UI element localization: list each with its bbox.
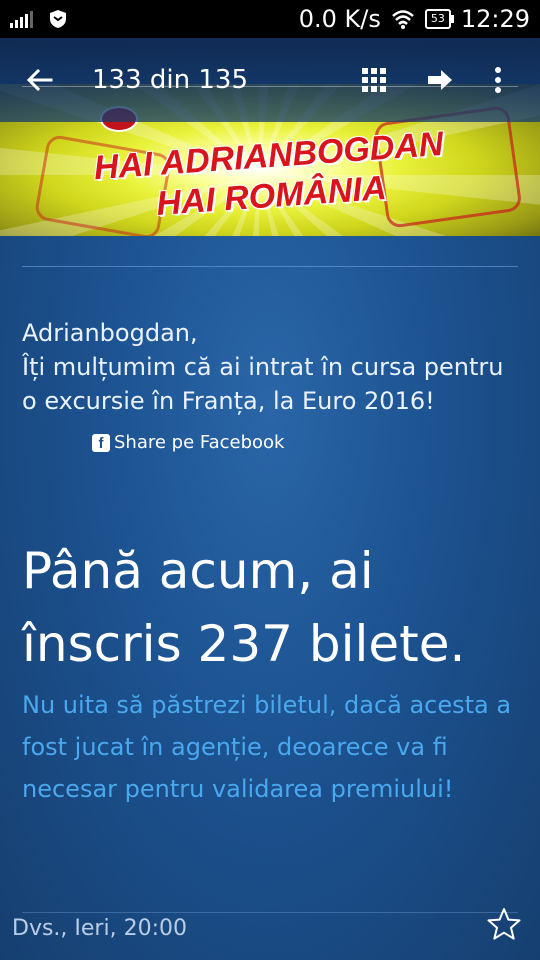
more-options-button[interactable] (476, 58, 520, 102)
grid-icon (362, 68, 386, 92)
toolbar-divider (22, 86, 518, 87)
ticket-count-headline: Până acum, ai înscris 237 bilete. (22, 535, 532, 681)
network-speed: 0.0 K/s (298, 5, 381, 33)
wifi-icon (391, 10, 414, 29)
forward-arrow-icon (428, 70, 452, 90)
clock: 12:29 (460, 5, 530, 33)
shield-icon (50, 10, 66, 28)
signal-icon (10, 10, 33, 28)
content-divider (22, 266, 518, 267)
intro-paragraph: Îți mulțumim că ai intrat în cursa pentr… (22, 353, 504, 415)
headline-line-2: înscris 237 bilete. (22, 615, 466, 673)
greeting: Adrianbogdan, (22, 319, 198, 347)
share-label: Share pe Facebook (114, 432, 285, 453)
footer-divider (22, 912, 518, 913)
back-arrow-icon (26, 68, 53, 92)
facebook-icon: f (92, 434, 110, 452)
battery-icon: 53 (424, 9, 454, 29)
back-button[interactable] (20, 60, 60, 100)
reminder-note: Nu uita să păstrezi biletul, dacă acesta… (22, 691, 512, 803)
star-icon[interactable] (486, 906, 522, 942)
message-counter: 133 din 135 (92, 65, 248, 95)
status-bar: 0.0 K/s 53 12:29 (0, 0, 540, 38)
headline-line-1: Până acum, ai (22, 542, 374, 600)
message-body: Adrianbogdan, Îți mulțumim că ai intrat … (22, 316, 522, 453)
top-toolbar: 133 din 135 (0, 38, 540, 122)
intro-text: Îți mulțumim că ai intrat în cursa pentr… (22, 350, 522, 453)
grid-view-button[interactable] (352, 58, 396, 102)
message-meta: Dvs., Ieri, 20:00 (12, 916, 187, 941)
forward-button[interactable] (418, 58, 462, 102)
share-facebook-link[interactable]: f Share pe Facebook (92, 426, 284, 460)
more-vert-icon (495, 67, 501, 93)
